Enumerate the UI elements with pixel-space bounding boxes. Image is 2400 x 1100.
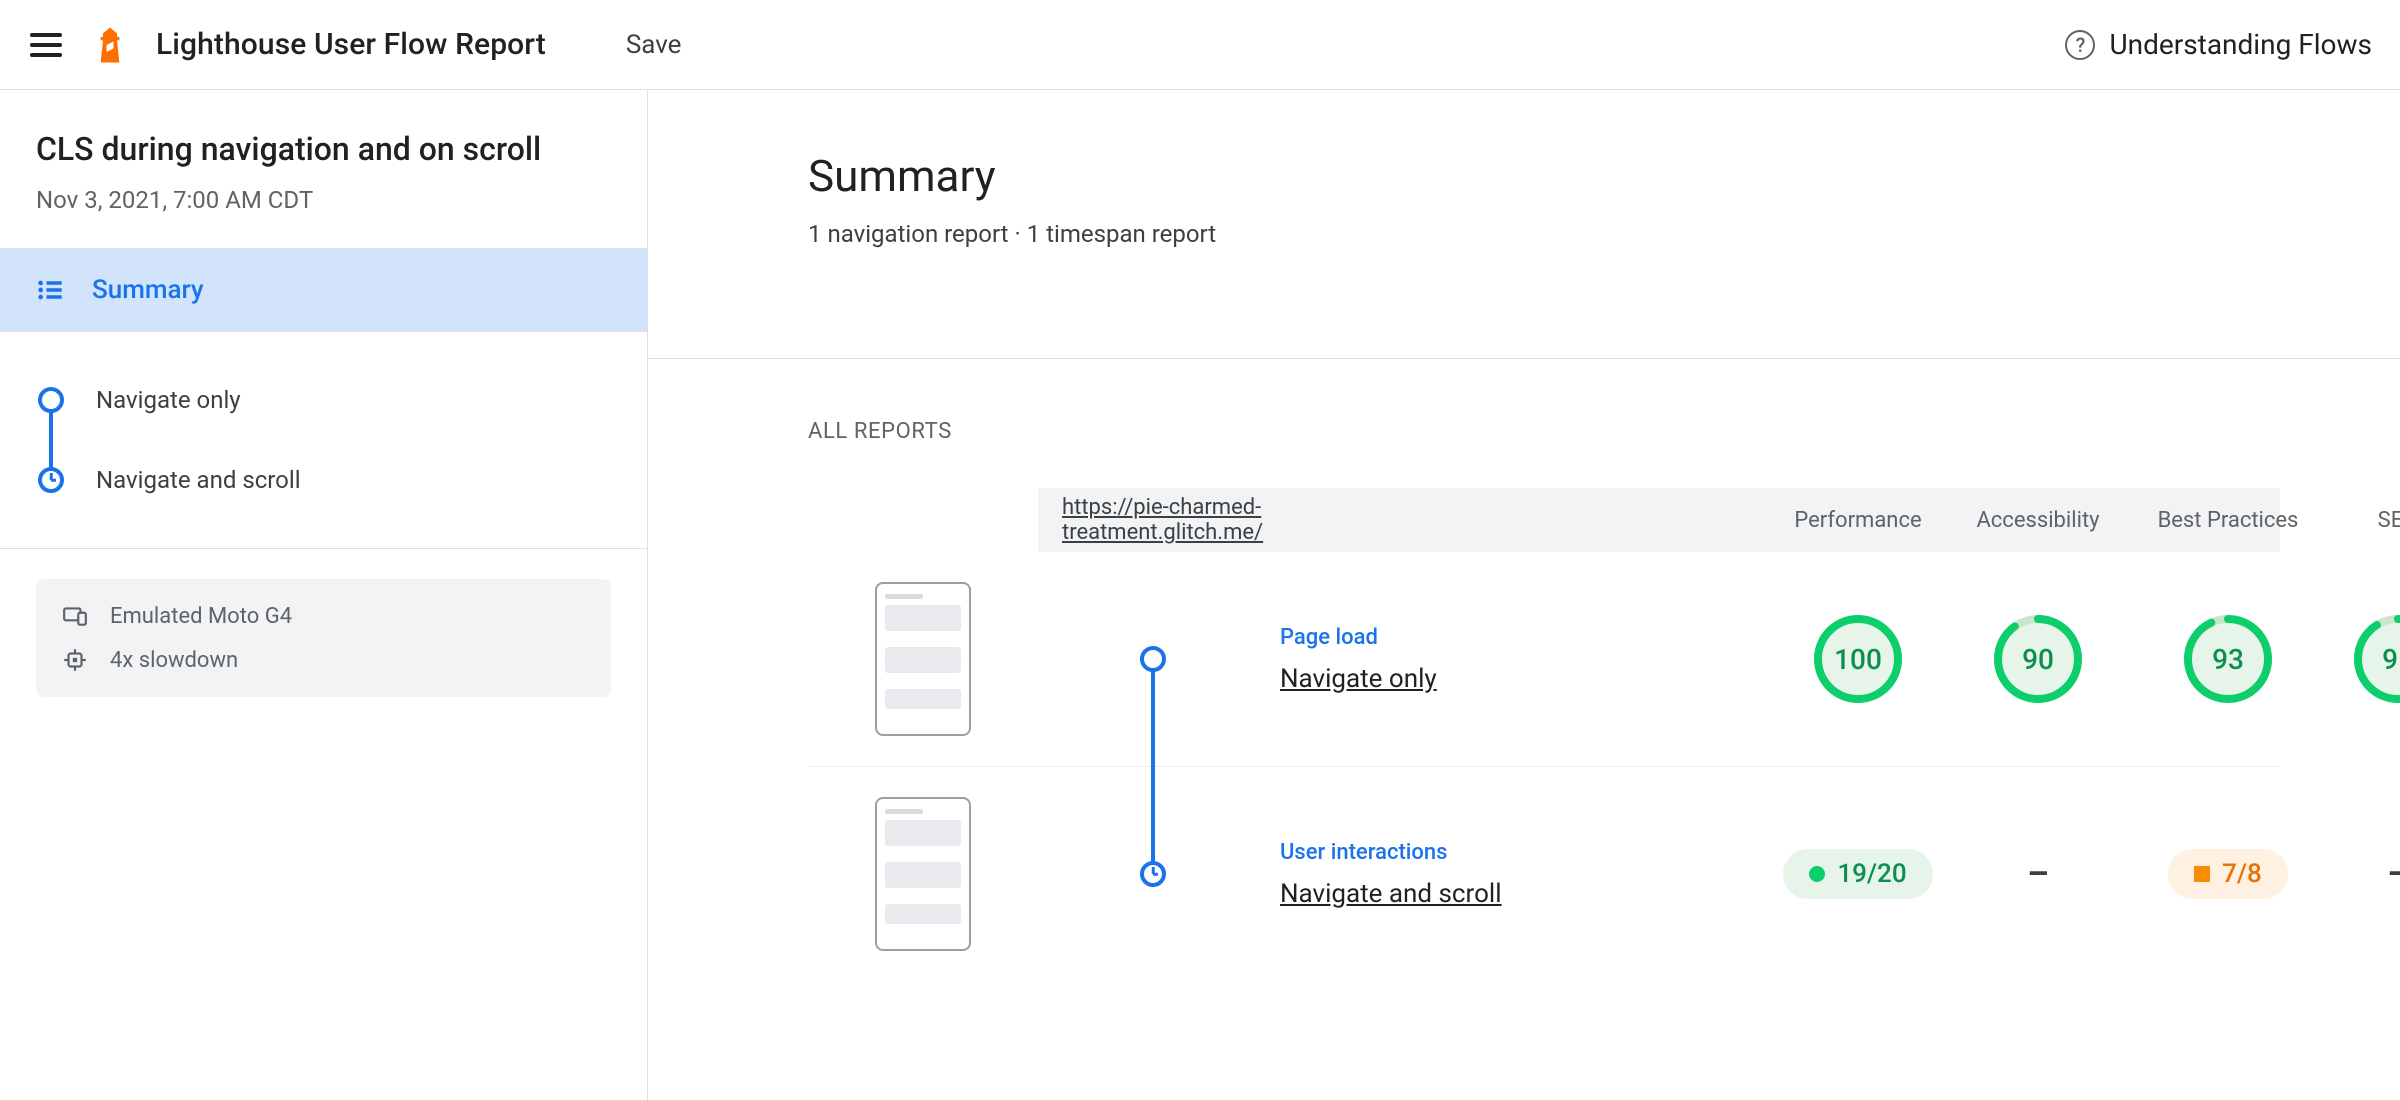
column-performance: Performance [1768,508,1948,533]
column-url[interactable]: https://pie-charmed-treatment.glitch.me/ [1038,495,1268,545]
divider [648,358,2400,359]
save-button[interactable]: Save [626,30,682,60]
list-icon [36,276,64,304]
step-type-label: User interactions [1280,840,1768,865]
understanding-flows-link[interactable]: ? Understanding Flows [2065,28,2372,61]
topbar: Lighthouse User Flow Report Save ? Under… [0,0,2400,90]
step-type-label: Page load [1280,625,1768,650]
help-icon: ? [2065,30,2095,60]
devices-icon [62,603,88,629]
navigation-marker-icon [38,387,64,413]
env-cpu-label: 4x slowdown [110,648,238,673]
column-seo: SEO [2328,508,2400,533]
chip-icon [62,647,88,673]
flow-title: CLS during navigation and on scroll [36,130,611,168]
summary-heading: Summary [808,150,2400,202]
navigation-marker-icon [1140,646,1166,672]
sidebar-summary-label: Summary [92,275,204,305]
report-row: User interactions Navigate and scroll 19… [808,767,2280,981]
menu-icon[interactable] [28,27,64,63]
sidebar-step-navigate-and-scroll[interactable]: Navigate and scroll [36,440,647,520]
table-header: https://pie-charmed-treatment.glitch.me/… [1038,488,2280,552]
env-cpu: 4x slowdown [62,647,585,673]
score-gauge[interactable]: 91 [2352,613,2400,705]
score-gauge[interactable]: 90 [1992,613,2084,705]
summary-subheading: 1 navigation report · 1 timespan report [808,220,2400,248]
score-empty: – [1948,854,2128,894]
page-thumbnail [875,582,971,736]
score-pill[interactable]: 19/20 [1783,849,1932,899]
timespan-marker-icon [1140,861,1166,887]
score-empty: – [2328,854,2400,894]
reports-table: https://pie-charmed-treatment.glitch.me/… [808,488,2400,981]
score-gauge[interactable]: 93 [2182,613,2274,705]
flow-date: Nov 3, 2021, 7:00 AM CDT [36,186,611,214]
all-reports-label: ALL REPORTS [808,419,2400,444]
sidebar-steps: Navigate only Navigate and scroll [0,332,647,549]
column-accessibility: Accessibility [1948,508,2128,533]
column-best-practices: Best Practices [2128,508,2328,533]
sidebar-item-summary[interactable]: Summary [0,249,647,332]
environment-box: Emulated Moto G4 4x slowdown [36,579,611,697]
step-name-link[interactable]: Navigate only [1280,664,1768,694]
page-thumbnail [875,797,971,951]
step-name-link[interactable]: Navigate and scroll [1280,879,1768,909]
score-gauge[interactable]: 100 [1812,613,1904,705]
score-pill[interactable]: 7/8 [2168,849,2288,899]
lighthouse-logo-icon [96,27,124,63]
sidebar-step-label: Navigate and scroll [96,466,301,494]
help-link-label: Understanding Flows [2109,28,2372,61]
env-device-label: Emulated Moto G4 [110,604,292,629]
sidebar: CLS during navigation and on scroll Nov … [0,90,648,1100]
main-content: Summary 1 navigation report · 1 timespan… [648,90,2400,1100]
report-row: Page load Navigate only 100 90 93 [808,552,2280,767]
app-title: Lighthouse User Flow Report [156,27,546,62]
sidebar-step-label: Navigate only [96,386,241,414]
env-device: Emulated Moto G4 [62,603,585,629]
sidebar-header: CLS during navigation and on scroll Nov … [0,90,647,249]
timespan-marker-icon [38,467,64,493]
sidebar-step-navigate-only[interactable]: Navigate only [36,360,647,440]
